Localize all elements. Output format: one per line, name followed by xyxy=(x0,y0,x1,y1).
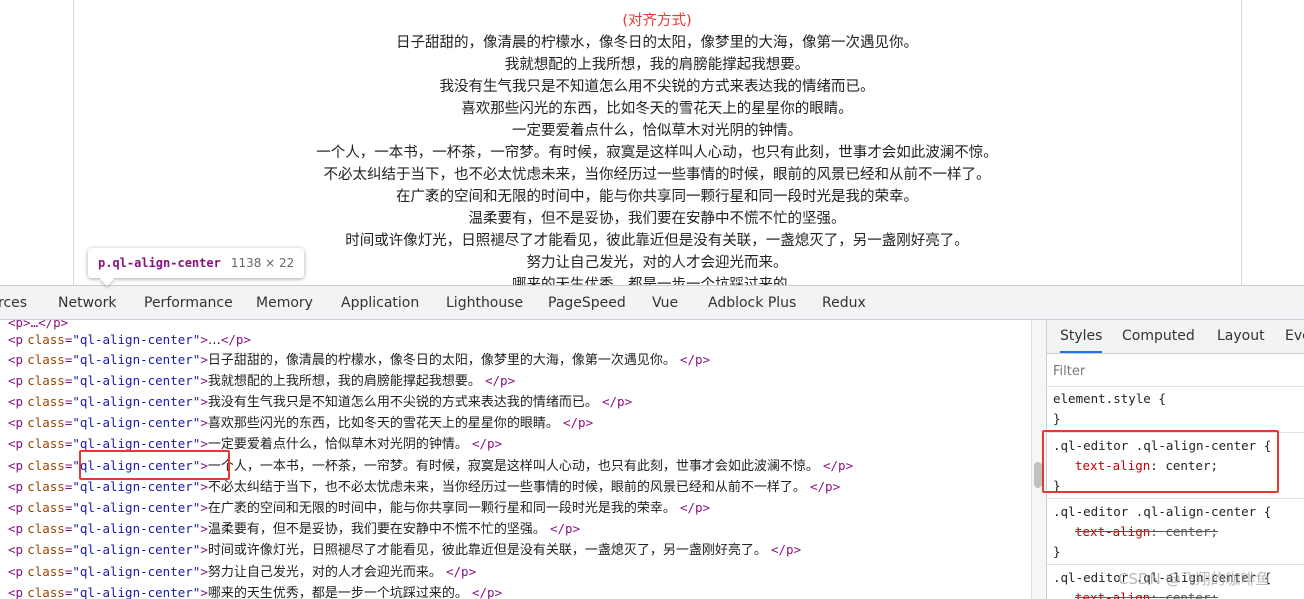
rule-highlight-box xyxy=(1042,430,1279,493)
tab-performance[interactable]: Performance xyxy=(144,286,233,320)
class-highlight-box xyxy=(79,450,230,480)
dom-text: 日子甜甜的，像清晨的柠檬水，像冬日的太阳，像梦里的大海，像第一次遇见你。 xyxy=(207,353,676,368)
tab-event-listeners[interactable]: Eve xyxy=(1285,320,1304,353)
dom-text: 努力让自己发光，对的人才会迎光而来。 xyxy=(207,565,442,580)
devtools-tab-bar: rces Network Performance Memory Applicat… xyxy=(0,285,1304,320)
content-border-left xyxy=(73,0,74,285)
rule-selector[interactable]: .ql-editor .ql-align-center { xyxy=(1053,502,1271,522)
preview-line: 在广袤的空间和无限的时间中，能与你共享同一颗行星和同一段时光是我的荣幸。 xyxy=(396,189,918,205)
dom-node[interactable]: <p class="ql-align-center">…</p> xyxy=(8,329,251,350)
dom-text: 我没有生气我只是不知道怎么用不尖锐的方式来表达我的情绪而已。 xyxy=(207,395,598,410)
tab-network[interactable]: Network xyxy=(58,286,116,320)
element-style-rule: element.style { } xyxy=(1047,387,1304,433)
preview-line: 我就想配的上我所想，我的肩膀能撑起我想要。 xyxy=(504,57,810,73)
tab-pagespeed[interactable]: PageSpeed xyxy=(548,286,626,320)
preview-line: 喜欢那些闪光的东西，比如冬天的雪花天上的星星你的眼睛。 xyxy=(461,101,853,117)
tab-computed[interactable]: Computed xyxy=(1122,320,1195,353)
tab-lighthouse[interactable]: Lighthouse xyxy=(446,286,523,320)
inspect-tooltip: p.ql-align-center 1138 × 22 xyxy=(88,248,305,278)
dom-node[interactable]: <p class="ql-align-center">努力让自己发光，对的人才会… xyxy=(8,561,476,582)
elements-scroll-thumb[interactable] xyxy=(1034,462,1042,488)
styles-filter-input[interactable] xyxy=(1053,361,1293,381)
dom-node[interactable]: <p class="ql-align-center">我没有生气我只是不知道怎么… xyxy=(8,391,632,412)
tab-adblock-plus[interactable]: Adblock Plus xyxy=(708,286,796,320)
tab-redux[interactable]: Redux xyxy=(822,286,866,320)
dom-node[interactable]: <p class="ql-align-center">温柔要有，但不是妥协，我们… xyxy=(8,518,580,539)
preview-line: 日子甜甜的，像清晨的柠檬水，像冬日的太阳，像梦里的大海，像第一次遇见你。 xyxy=(396,35,918,51)
tab-styles[interactable]: Styles xyxy=(1060,320,1103,353)
dom-text: 一定要爱着点什么，恰似草木对光阴的钟情。 xyxy=(207,437,468,452)
dom-node[interactable]: <p class="ql-align-center">时间或许像灯光，日照褪尽了… xyxy=(8,539,801,560)
dom-text: 喜欢那些闪光的东西，比如冬天的雪花天上的星星你的眼睛。 xyxy=(207,416,559,431)
dom-text: 温柔要有，但不是妥协，我们要在安静中不慌不忙的坚强。 xyxy=(207,522,546,537)
preview-line: 我没有生气我只是不知道怎么用不尖锐的方式来表达我的情绪而已。 xyxy=(439,79,875,95)
dom-node[interactable]: <p class="ql-align-center">喜欢那些闪光的东西，比如冬… xyxy=(8,412,593,433)
tab-vue[interactable]: Vue xyxy=(652,286,678,320)
dom-node[interactable]: <p class="ql-align-center">在广袤的空间和无限的时间中… xyxy=(8,497,710,518)
dom-node[interactable]: <p class="ql-align-center">哪来的天生优秀，都是一步一… xyxy=(8,582,502,599)
preview-line: 温柔要有，但不是妥协，我们要在安静中不慌不忙的坚强。 xyxy=(468,211,846,227)
tooltip-selector: p.ql-align-center xyxy=(98,256,221,270)
dom-text: 不必太纠结于当下，也不必太忧虑未来，当你经历过一些事情的时候，眼前的风景已经和从… xyxy=(207,480,806,495)
preview-line: 一定要爱着点什么，恰似草木对光阴的钟情。 xyxy=(512,123,802,139)
dom-node[interactable]: <p class="ql-align-center">我就想配的上我所想，我的肩… xyxy=(8,370,515,391)
dom-text: 时间或许像灯光，日照褪尽了才能看见，彼此靠近但是没有关联，一盏熄灭了，另一盏刚好… xyxy=(207,543,767,558)
watermark: CSDN @飞翔的咖啡鱼 xyxy=(1118,570,1271,588)
dom-text: 哪来的天生优秀，都是一步一个坑踩过来的。 xyxy=(207,586,468,599)
dom-text: 我就想配的上我所想，我的肩膀能撑起我想要。 xyxy=(207,374,481,389)
editor-content: (对齐方式) 日子甜甜的，像清晨的柠檬水，像冬日的太阳，像梦里的大海，像第一次遇… xyxy=(88,10,1226,285)
tab-memory[interactable]: Memory xyxy=(256,286,313,320)
preview-line: 一个人，一本书，一杯茶，一帘梦。有时候，寂寞是这样叫人心动，也只有此刻，世事才会… xyxy=(316,145,998,161)
page-preview: (对齐方式) 日子甜甜的，像清晨的柠檬水，像冬日的太阳，像梦里的大海，像第一次遇… xyxy=(0,0,1304,285)
tab-layout[interactable]: Layout xyxy=(1217,320,1265,353)
tooltip-size: 1138 × 22 xyxy=(230,256,295,270)
overridden-rule: .ql-editor .ql-align-center { text-align… xyxy=(1047,499,1304,565)
css-declaration-overridden[interactable]: text-align: center; xyxy=(1075,588,1218,599)
dom-text: 一个人，一本书，一杯茶，一帘梦。有时候，寂寞是这样叫人心动，也只有此刻，世事才会… xyxy=(207,459,819,474)
tab-application[interactable]: Application xyxy=(341,286,419,320)
rule-close-brace: } xyxy=(1053,544,1061,559)
styles-filter xyxy=(1047,355,1304,387)
styles-tab-bar: Styles Computed Layout Eve xyxy=(1047,320,1304,354)
content-border-right xyxy=(1241,0,1242,285)
dom-text: 在广袤的空间和无限的时间中，能与你共享同一颗行星和同一段时光是我的荣幸。 xyxy=(207,501,676,516)
align-title: (对齐方式) xyxy=(622,13,692,29)
css-declaration-overridden[interactable]: text-align: center; xyxy=(1075,522,1218,542)
rule-close-brace: } xyxy=(1053,411,1061,426)
dom-node[interactable]: <p class="ql-align-center">日子甜甜的，像清晨的柠檬水… xyxy=(8,349,710,370)
element-style-selector[interactable]: element.style { xyxy=(1053,389,1166,409)
tab-sources[interactable]: rces xyxy=(0,286,27,320)
preview-line: 不必太纠结于当下，也不必太忧虑未来，当你经历过一些事情的时候，眼前的风景已经和从… xyxy=(323,167,991,183)
